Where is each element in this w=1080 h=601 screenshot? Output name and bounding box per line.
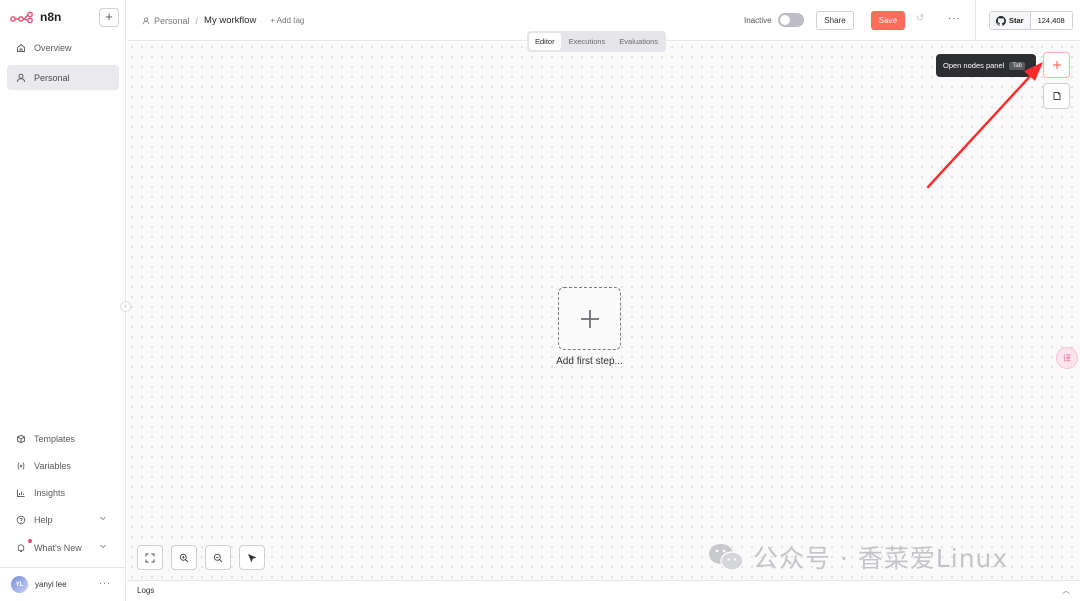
variables-icon	[17, 461, 25, 470]
chart-icon	[17, 489, 25, 497]
more-options-button[interactable]: ···	[948, 13, 961, 24]
sidebar-item-label: Variables	[34, 460, 71, 471]
sidebar-item-templates[interactable]: Templates	[7, 426, 119, 451]
avatar: YL	[11, 576, 28, 593]
translate-icon[interactable]: 译	[1056, 347, 1078, 369]
add-tag-button[interactable]: + Add tag	[270, 16, 304, 25]
fit-view-icon	[145, 553, 155, 562]
breadcrumb-project[interactable]: Personal	[154, 16, 190, 26]
create-button[interactable]: +	[99, 8, 119, 27]
app-name: n8n	[40, 10, 62, 24]
plus-icon	[1052, 61, 1061, 69]
sidebar-item-label: Help	[34, 514, 53, 525]
chevron-down-icon	[100, 516, 106, 521]
plus-icon	[580, 309, 599, 328]
sidebar-item-insights[interactable]: Insights	[7, 480, 119, 505]
workflow-canvas[interactable]: Add first step... Open nodes panel Tab 译	[127, 42, 1080, 580]
sidebar-item-label: Templates	[34, 433, 76, 444]
tab-executions[interactable]: Executions	[563, 33, 612, 50]
zoom-out-button[interactable]	[205, 545, 231, 570]
sidebar: n8n + Overview Personal Templates Variab…	[0, 0, 126, 601]
user-icon	[142, 17, 150, 24]
sidebar-item-label: Insights	[34, 487, 66, 498]
n8n-logo-icon	[10, 11, 33, 23]
note-icon	[1053, 92, 1060, 100]
cursor-icon	[247, 553, 257, 562]
box-icon	[17, 434, 25, 443]
watermark-text: 公众号 · 香菜爱Linux	[753, 544, 1009, 573]
sidebar-item-label: Overview	[34, 42, 72, 53]
github-star[interactable]: Star	[990, 12, 1031, 29]
github-star-count: 124,408	[1030, 12, 1072, 29]
save-button[interactable]: Save	[871, 11, 905, 30]
zoom-in-button[interactable]	[171, 545, 197, 570]
open-nodes-panel-button[interactable]	[1043, 52, 1070, 78]
status-label: Inactive	[744, 16, 772, 25]
home-icon	[17, 43, 25, 52]
chevron-up-icon[interactable]: ︿	[1062, 581, 1070, 601]
sidebar-item-personal[interactable]: Personal	[7, 65, 119, 90]
pointer-mode-button[interactable]	[239, 545, 265, 570]
github-star-button[interactable]: Star 124,408	[989, 11, 1073, 30]
github-star-label: Star	[1009, 16, 1024, 25]
logs-label: Logs	[137, 586, 155, 595]
chevron-down-icon	[100, 544, 106, 549]
zoom-out-icon	[213, 553, 223, 562]
n8n-app: n8n + Overview Personal Templates Variab…	[0, 0, 1080, 601]
history-icon[interactable]: ↺	[916, 13, 924, 24]
view-tabs: Editor Executions Evaluations	[527, 31, 667, 52]
breadcrumb-separator: /	[195, 15, 199, 26]
tooltip: Open nodes panel Tab	[936, 54, 1036, 77]
add-first-step-label: Add first step...	[556, 356, 623, 367]
add-first-step-button[interactable]	[558, 287, 621, 350]
logo[interactable]: n8n	[10, 10, 61, 24]
tab-editor[interactable]: Editor	[529, 33, 561, 50]
sticky-note-button[interactable]	[1043, 83, 1070, 109]
sidebar-item-help[interactable]: Help	[7, 507, 119, 532]
sidebar-item-overview[interactable]: Overview	[7, 35, 119, 60]
zoom-in-icon	[179, 553, 189, 562]
wechat-icon	[709, 544, 744, 571]
tab-evaluations[interactable]: Evaluations	[613, 33, 664, 50]
tooltip-text: Open nodes panel	[943, 61, 1005, 70]
sidebar-item-whats-new[interactable]: What's New	[7, 535, 119, 560]
bell-icon	[17, 543, 25, 552]
github-icon	[996, 15, 1006, 26]
user-more-button[interactable]: ···	[99, 578, 111, 588]
help-icon	[16, 515, 26, 524]
collapse-sidebar-button[interactable]: ‹	[120, 301, 131, 312]
workflow-name[interactable]: My workflow	[204, 15, 256, 26]
shortcut-key: Tab	[1009, 61, 1025, 70]
header-divider	[975, 0, 976, 41]
fit-view-button[interactable]	[137, 545, 163, 570]
sidebar-item-label: What's New	[34, 542, 82, 553]
active-toggle[interactable]	[778, 13, 804, 27]
notification-dot	[28, 539, 32, 543]
user-icon	[17, 73, 25, 82]
sidebar-item-label: Personal	[34, 72, 70, 83]
share-button[interactable]: Share	[816, 11, 854, 30]
user-name: yanyi lee	[35, 580, 67, 589]
sidebar-item-variables[interactable]: Variables	[7, 453, 119, 478]
watermark: 公众号 · 香菜爱Linux	[707, 539, 1008, 575]
breadcrumb: Personal / My workflow + Add tag	[142, 15, 304, 26]
logs-panel[interactable]: Logs ︿	[127, 580, 1080, 601]
user-menu[interactable]: YL yanyi lee ···	[0, 567, 126, 601]
